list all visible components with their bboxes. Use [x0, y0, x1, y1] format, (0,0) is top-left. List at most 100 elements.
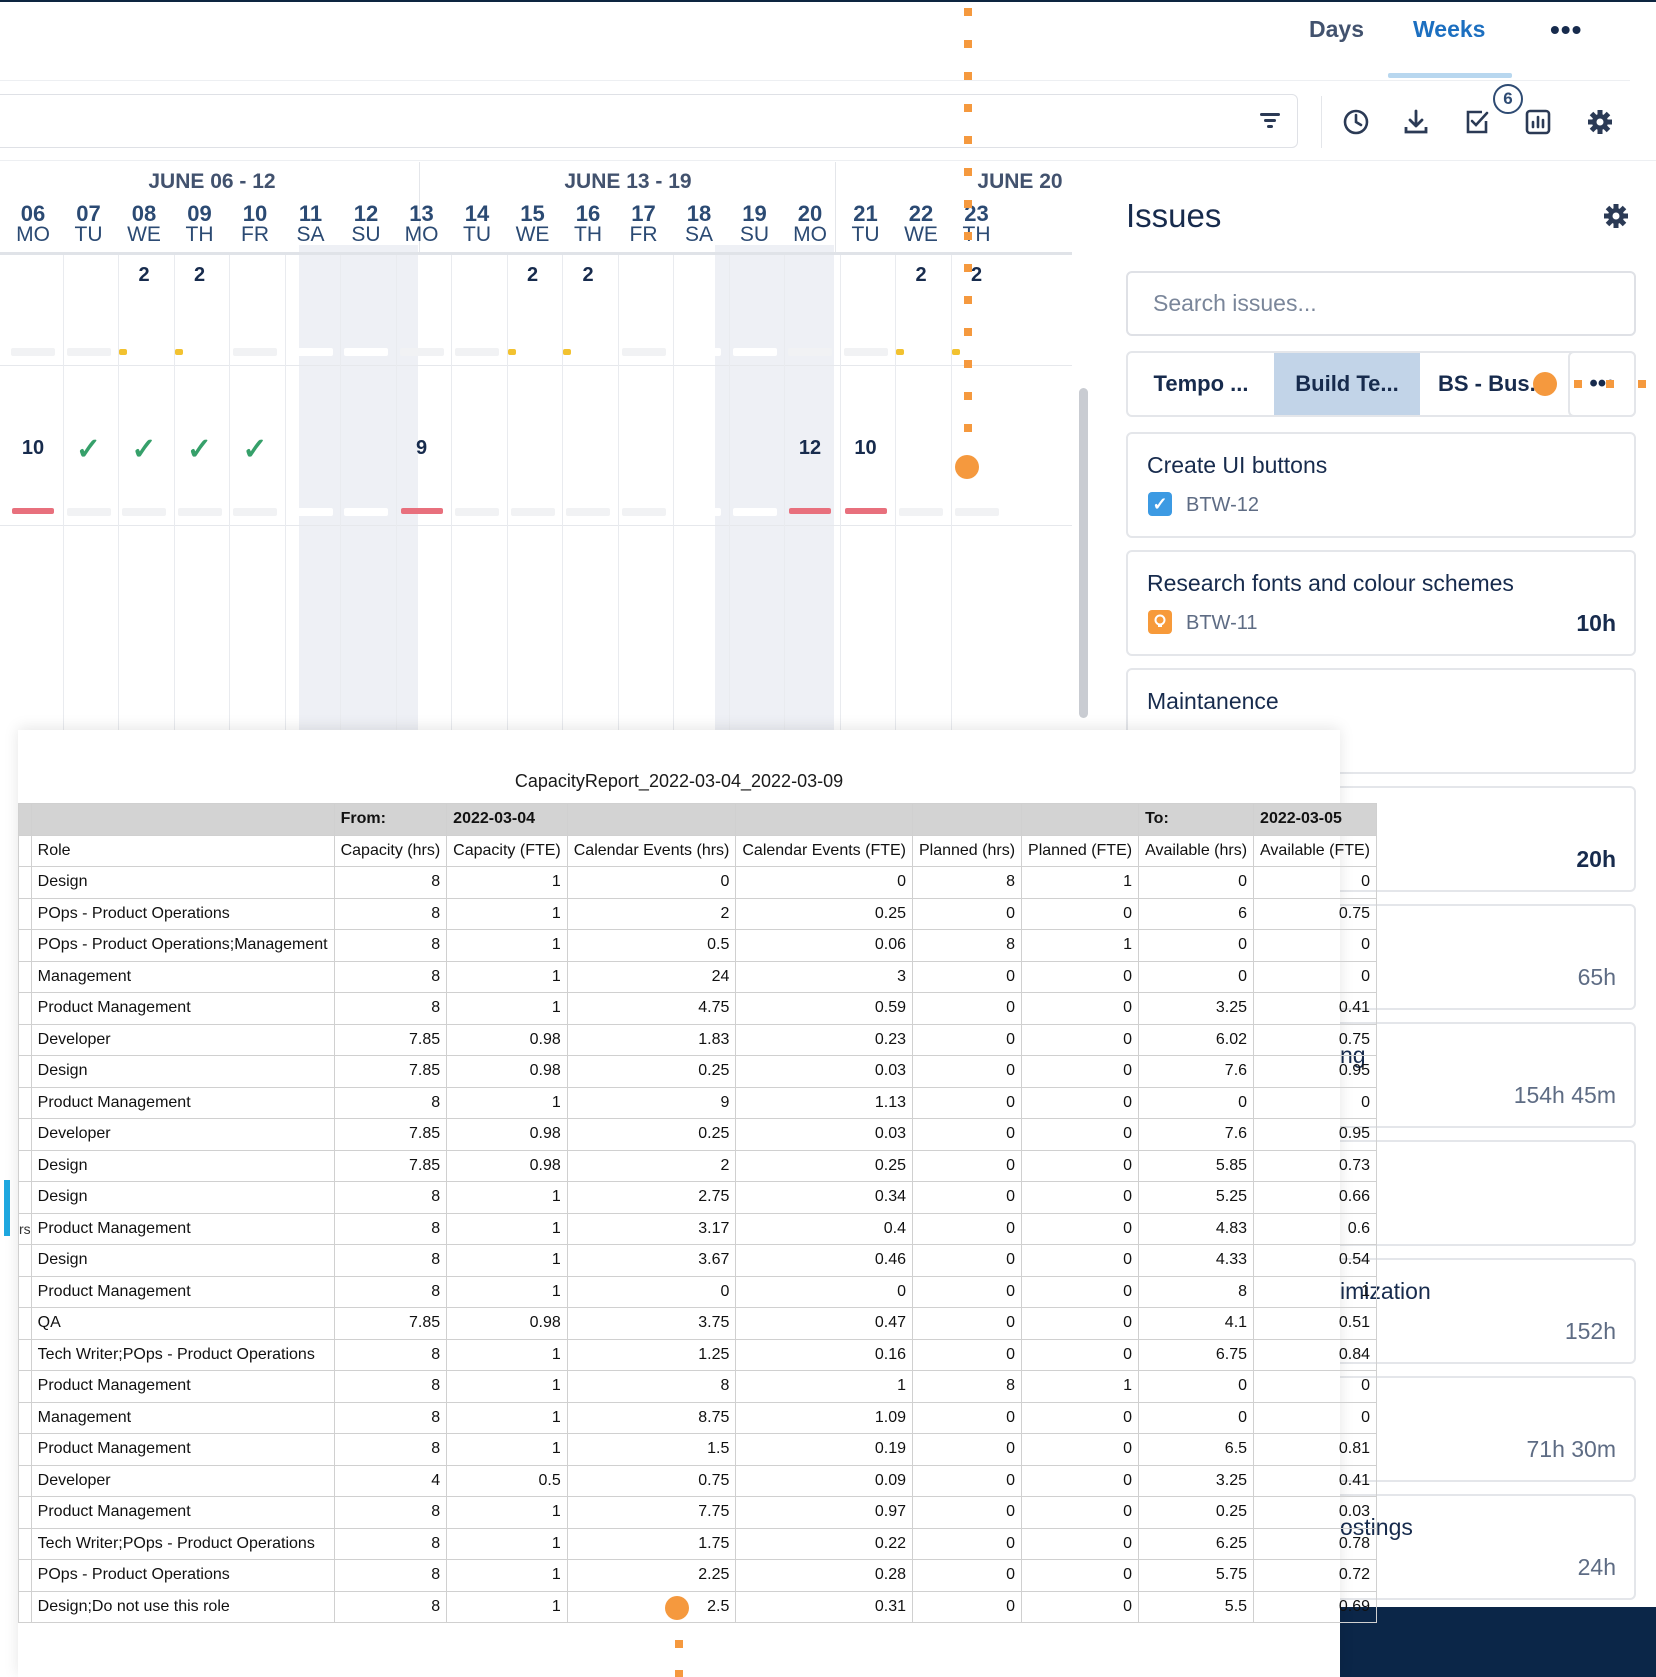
value-cell: 8 [333, 1275, 448, 1308]
value-cell: 0.84 [1253, 1338, 1378, 1371]
value-cell: 2.75 [566, 1181, 737, 1214]
over-capacity-bar [400, 508, 443, 514]
under-capacity-bar [951, 349, 960, 355]
value-cell: 0 [911, 1307, 1023, 1340]
filter-tab-build[interactable]: Build Te... [1274, 353, 1420, 415]
capacity-bar [510, 508, 555, 516]
day-number: 21 [853, 201, 878, 226]
reports-button[interactable] [1518, 102, 1558, 142]
issues-heading: Issues [1126, 197, 1222, 234]
value-cell: 0.31 [735, 1590, 913, 1623]
gear-icon[interactable] [1602, 202, 1630, 230]
capacity-bar [455, 508, 499, 516]
idea-icon [1148, 610, 1172, 634]
issue-card[interactable]: Research fonts and colour schemes BTW-11… [1126, 550, 1636, 656]
capacity-value[interactable]: 9 [393, 437, 451, 460]
value-cell: 0 [911, 1244, 1023, 1277]
tab-weeks[interactable]: Weeks [1413, 16, 1485, 43]
capacity-value[interactable]: 12 [781, 437, 839, 460]
annotation-dash [964, 104, 972, 112]
fully-allocated-check[interactable]: ✓ [115, 432, 173, 467]
value-cell: 0 [911, 897, 1023, 930]
value-cell: 1 [446, 960, 568, 993]
capacity-bar [66, 348, 111, 356]
capacity-value[interactable]: 2 [892, 264, 950, 287]
search-issues-input[interactable] [1126, 271, 1636, 336]
day-number: 07 [76, 201, 101, 226]
issue-card[interactable]: Create UI buttons ✓ BTW-12 [1126, 432, 1636, 538]
capacity-bar [288, 508, 333, 516]
value-cell: 1 [446, 929, 568, 962]
value-cell: 0.41 [1253, 1464, 1378, 1497]
grid-line [118, 255, 119, 730]
column-header: Available (FTE) [1253, 834, 1378, 867]
approvals-button[interactable] [1457, 102, 1497, 142]
fully-allocated-check[interactable]: ✓ [171, 432, 229, 467]
value-cell: 8 [333, 1244, 448, 1277]
annotation-dash [964, 72, 972, 80]
filter-icon[interactable] [1257, 108, 1283, 134]
report-title: CapacityReport_2022-03-04_2022-03-09 [514, 771, 844, 791]
value-cell: 0 [1253, 929, 1378, 962]
capacity-bar [455, 348, 499, 356]
value-cell: 8 [333, 1212, 448, 1245]
row-stub [18, 897, 32, 930]
capacity-bar [732, 508, 777, 516]
value-cell: 9 [566, 1086, 737, 1119]
day-number: 14 [464, 201, 490, 226]
value-cell: 1 [446, 1244, 568, 1277]
value-cell: 0 [911, 1433, 1023, 1466]
day-header: 12 SU [337, 203, 395, 246]
empty-cell [1021, 803, 1140, 836]
header-divider [0, 80, 1630, 81]
settings-button[interactable] [1580, 102, 1620, 142]
capacity-value[interactable]: 2 [559, 264, 617, 287]
capacity-bar [954, 508, 999, 516]
more-options-button[interactable]: ••• [1550, 14, 1582, 46]
download-button[interactable] [1396, 102, 1436, 142]
value-cell: 8 [911, 1370, 1023, 1403]
value-cell: 0.23 [735, 1023, 913, 1056]
table-row: Tech Writer;POps - Product Operations 8 1 1… [18, 1338, 1378, 1371]
capacity-value[interactable]: 10 [4, 437, 62, 460]
role-cell: Management [30, 960, 335, 993]
role-cell: Product Management [30, 1086, 335, 1119]
value-cell: 8 [333, 992, 448, 1025]
value-cell: 0.03 [735, 1118, 913, 1151]
column-header: Planned (hrs) [911, 834, 1023, 867]
issue-key: BTW-11 [1186, 612, 1258, 634]
row-stub [18, 992, 32, 1025]
tab-days[interactable]: Days [1309, 16, 1364, 43]
capacity-value[interactable]: 2 [171, 264, 229, 287]
capacity-bar [233, 508, 277, 516]
annotation-marker [665, 1596, 689, 1620]
value-cell: 0.09 [735, 1464, 913, 1497]
capacity-value[interactable]: 10 [837, 437, 895, 460]
issue-title: Create UI buttons [1147, 452, 1328, 478]
capacity-bar [621, 508, 666, 516]
row-stub [18, 803, 32, 836]
under-capacity-bar [563, 349, 571, 355]
filter-tab-tempo[interactable]: Tempo ... [1128, 353, 1274, 415]
planner-filter-bar[interactable] [0, 94, 1298, 148]
calendar-scrollbar[interactable] [1079, 388, 1088, 718]
row-stub [18, 866, 32, 899]
capacity-bar [399, 348, 444, 356]
day-header: 15 WE [504, 203, 562, 246]
from-label: From: [333, 803, 448, 836]
value-cell: 1 [446, 1559, 568, 1592]
grid-line [340, 255, 341, 730]
table-row: POps - Product Operations 8 1 2 0.25 0 0 6 0.75 [18, 897, 1378, 930]
capacity-value[interactable]: 2 [504, 264, 562, 287]
capacity-value[interactable]: 2 [948, 264, 1006, 287]
value-cell: 6.75 [1138, 1338, 1255, 1371]
capacity-value[interactable]: 2 [115, 264, 173, 287]
day-of-week: FR [241, 223, 269, 246]
empty-cell [30, 803, 335, 836]
fully-allocated-check[interactable]: ✓ [226, 432, 284, 467]
value-cell: 0 [1253, 1370, 1378, 1403]
row-divider [0, 525, 1072, 526]
clock-button[interactable] [1336, 102, 1376, 142]
fully-allocated-check[interactable]: ✓ [60, 432, 118, 467]
report-range-row: From: 2022-03-04 To: 2022-03-05 [18, 803, 1378, 836]
